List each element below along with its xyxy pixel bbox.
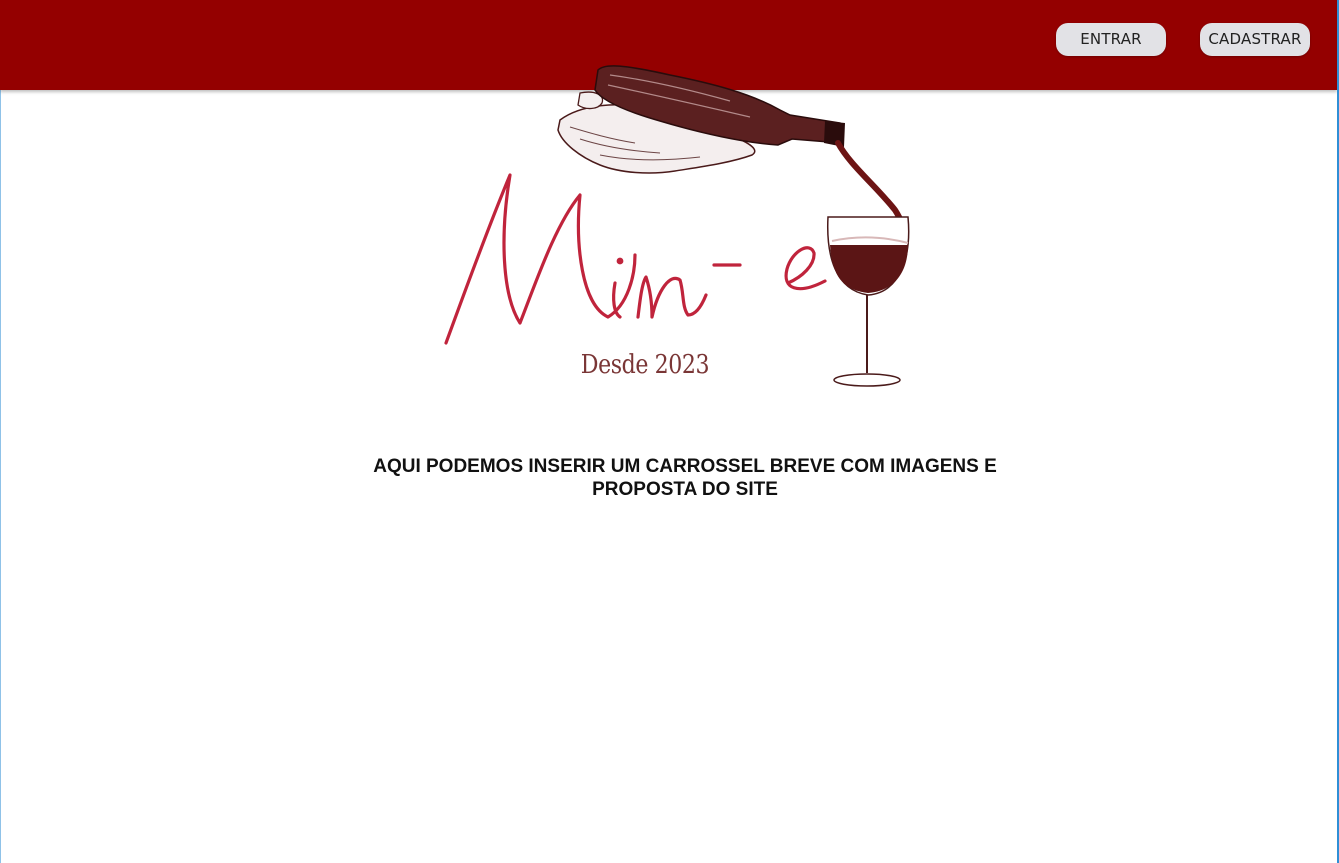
page: ENTRAR CADASTRAR Desde 2023 AQUI PODEMOS… xyxy=(0,0,1339,863)
brand-script xyxy=(444,173,827,345)
window-left-border xyxy=(0,0,1,863)
login-button[interactable]: ENTRAR xyxy=(1056,23,1166,56)
carousel-placeholder: AQUI PODEMOS INSERIR UM CARROSSEL BREVE … xyxy=(373,456,997,500)
signup-button[interactable]: CADASTRAR xyxy=(1200,23,1310,56)
brand-logo xyxy=(430,55,930,395)
brand-since-text: Desde 2023 xyxy=(580,350,710,380)
wine-glass-illustration xyxy=(826,216,910,387)
wine-pouring-illustration xyxy=(444,65,910,387)
